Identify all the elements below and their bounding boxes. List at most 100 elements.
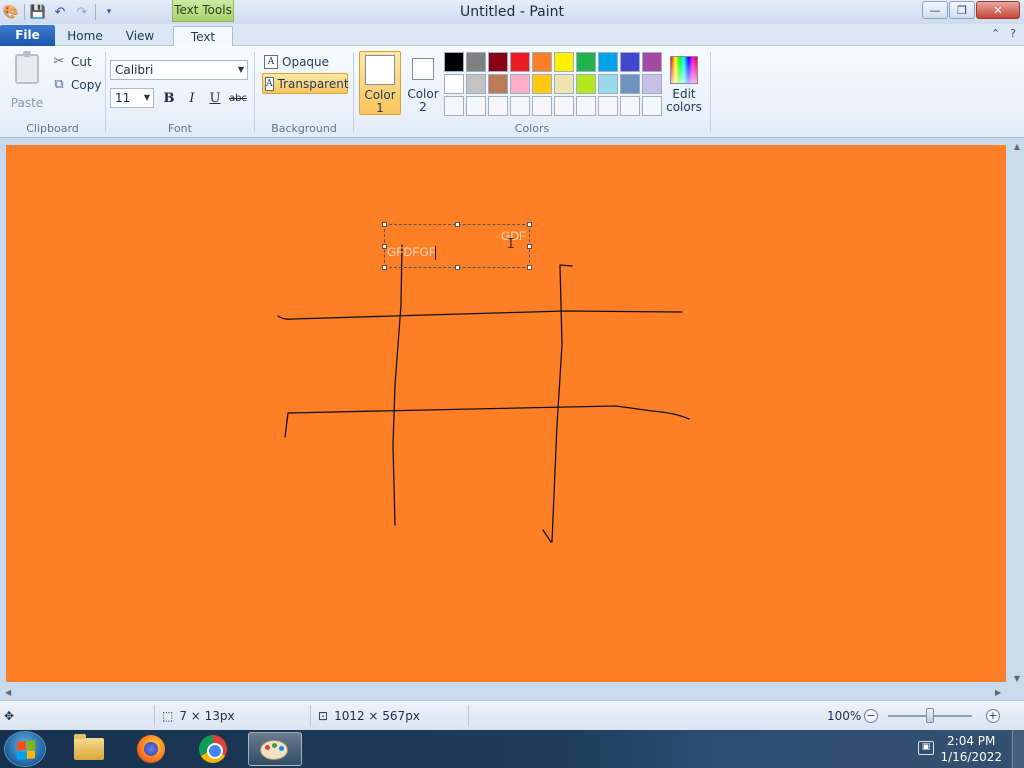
- ribbon-tabs: File Home View Text ⌃ ?: [0, 24, 1024, 48]
- color2-button[interactable]: Color 2: [402, 51, 444, 115]
- transparent-icon: A: [265, 76, 274, 91]
- help-icon[interactable]: ?: [1010, 27, 1016, 40]
- opaque-label: Opaque: [282, 54, 330, 69]
- palette-swatch[interactable]: [576, 52, 596, 72]
- italic-button[interactable]: I: [181, 88, 203, 110]
- firefox-icon: [137, 735, 165, 763]
- palette-swatch[interactable]: [554, 96, 574, 116]
- color1-button[interactable]: Color 1: [359, 51, 401, 115]
- scroll-down-icon[interactable]: ▼: [1014, 674, 1020, 683]
- close-button[interactable]: ✕: [976, 1, 1020, 19]
- palette-swatch[interactable]: [510, 96, 530, 116]
- scroll-up-icon[interactable]: ▲: [1014, 142, 1020, 151]
- edit-colors-button[interactable]: Edit colors: [664, 54, 704, 114]
- group-separator: [353, 52, 354, 132]
- scroll-left-icon[interactable]: ◀: [5, 688, 11, 697]
- resize-handle[interactable]: [527, 244, 532, 249]
- clock[interactable]: 2:04 PM 1/16/2022: [940, 733, 1002, 765]
- scroll-right-icon[interactable]: ▶: [995, 688, 1001, 697]
- taskbar-paint[interactable]: [248, 732, 302, 766]
- colors-group-label: Colors: [514, 122, 550, 135]
- palette-swatch[interactable]: [576, 74, 596, 94]
- zoom-out-button[interactable]: −: [864, 709, 878, 723]
- text-box-selection[interactable]: GDF GFDFGF I: [382, 222, 532, 270]
- taskbar-chrome[interactable]: [186, 732, 240, 766]
- copy-button[interactable]: ⧉ Copy: [52, 77, 101, 92]
- restore-button[interactable]: ❐: [949, 1, 975, 19]
- strikethrough-button[interactable]: abc: [227, 88, 249, 110]
- palette-swatch[interactable]: [466, 74, 486, 94]
- palette-swatch[interactable]: [576, 96, 596, 116]
- font-size-select[interactable]: 11 ▼: [110, 88, 154, 108]
- transparent-button[interactable]: A Transparent: [262, 73, 349, 94]
- underline-button[interactable]: U: [204, 88, 226, 110]
- taskbar-file-explorer[interactable]: [62, 732, 116, 766]
- palette-swatch[interactable]: [466, 96, 486, 116]
- palette-swatch[interactable]: [620, 74, 640, 94]
- palette-swatch[interactable]: [444, 96, 464, 116]
- tab-text[interactable]: Text: [173, 26, 233, 48]
- palette-swatch[interactable]: [642, 52, 662, 72]
- paint-app-icon[interactable]: 🎨: [2, 3, 20, 21]
- status-separator: [310, 705, 311, 727]
- hash-line-right-vertical: [542, 264, 573, 543]
- resize-handle[interactable]: [382, 265, 387, 270]
- palette-swatch[interactable]: [444, 52, 464, 72]
- opaque-button[interactable]: A Opaque: [262, 51, 348, 72]
- bold-button[interactable]: B: [158, 88, 180, 110]
- palette-swatch[interactable]: [532, 96, 552, 116]
- palette-swatch[interactable]: [642, 96, 662, 116]
- paste-button[interactable]: Paste: [10, 51, 44, 110]
- palette-swatch[interactable]: [466, 52, 486, 72]
- palette-swatch[interactable]: [510, 74, 530, 94]
- tab-view[interactable]: View: [118, 26, 162, 46]
- color2-swatch: [412, 58, 434, 80]
- palette-swatch[interactable]: [488, 74, 508, 94]
- tab-home[interactable]: Home: [62, 26, 108, 46]
- resize-handle[interactable]: [527, 222, 532, 227]
- palette-swatch[interactable]: [532, 52, 552, 72]
- ribbon: Paste ✂ Cut ⧉ Copy Clipboard Calibri ▼ 1…: [0, 46, 1024, 138]
- palette-swatch[interactable]: [510, 52, 530, 72]
- minimize-ribbon-icon[interactable]: ⌃: [991, 27, 1000, 40]
- palette-swatch[interactable]: [620, 52, 640, 72]
- palette-swatch[interactable]: [620, 96, 640, 116]
- hash-line-left-vertical: [392, 244, 403, 526]
- palette-swatch[interactable]: [554, 74, 574, 94]
- palette-swatch[interactable]: [488, 96, 508, 116]
- status-bar: ✥ ⬚ 7 × 13px ⊡ 1012 × 567px 100% − +: [0, 700, 1024, 730]
- resize-handle[interactable]: [527, 265, 532, 270]
- cut-button[interactable]: ✂ Cut: [52, 54, 92, 69]
- resize-handle[interactable]: [382, 222, 387, 227]
- drawing-canvas[interactable]: GDF GFDFGF I: [6, 145, 1006, 682]
- network-icon[interactable]: ▣: [918, 741, 934, 755]
- resize-handle[interactable]: [455, 222, 460, 227]
- text-caret: [435, 246, 436, 260]
- horizontal-scrollbar[interactable]: ◀ ▶: [0, 688, 1024, 700]
- background-group-label: Background: [271, 122, 337, 135]
- selection-size-value: 7 × 13px: [179, 709, 235, 723]
- minimize-button[interactable]: —: [922, 1, 948, 19]
- palette-swatch[interactable]: [488, 52, 508, 72]
- palette-swatch[interactable]: [598, 96, 618, 116]
- show-desktop-button[interactable]: [1012, 730, 1024, 768]
- save-icon[interactable]: 💾: [29, 3, 47, 21]
- undo-icon[interactable]: ↶: [51, 3, 69, 21]
- start-button[interactable]: [4, 731, 46, 767]
- tab-file[interactable]: File: [0, 25, 55, 46]
- group-separator: [254, 52, 255, 132]
- zoom-in-button[interactable]: +: [986, 709, 1000, 723]
- palette-swatch[interactable]: [554, 52, 574, 72]
- customize-qat-icon[interactable]: ▾: [100, 3, 118, 21]
- palette-swatch[interactable]: [642, 74, 662, 94]
- palette-swatch[interactable]: [598, 52, 618, 72]
- resize-handle[interactable]: [455, 265, 460, 270]
- redo-icon[interactable]: ↷: [73, 3, 91, 21]
- group-separator: [710, 52, 711, 132]
- palette-swatch[interactable]: [532, 74, 552, 94]
- palette-swatch[interactable]: [444, 74, 464, 94]
- font-family-select[interactable]: Calibri ▼: [110, 60, 248, 80]
- zoom-slider-thumb[interactable]: [926, 708, 934, 723]
- palette-swatch[interactable]: [598, 74, 618, 94]
- taskbar-firefox[interactable]: [124, 732, 178, 766]
